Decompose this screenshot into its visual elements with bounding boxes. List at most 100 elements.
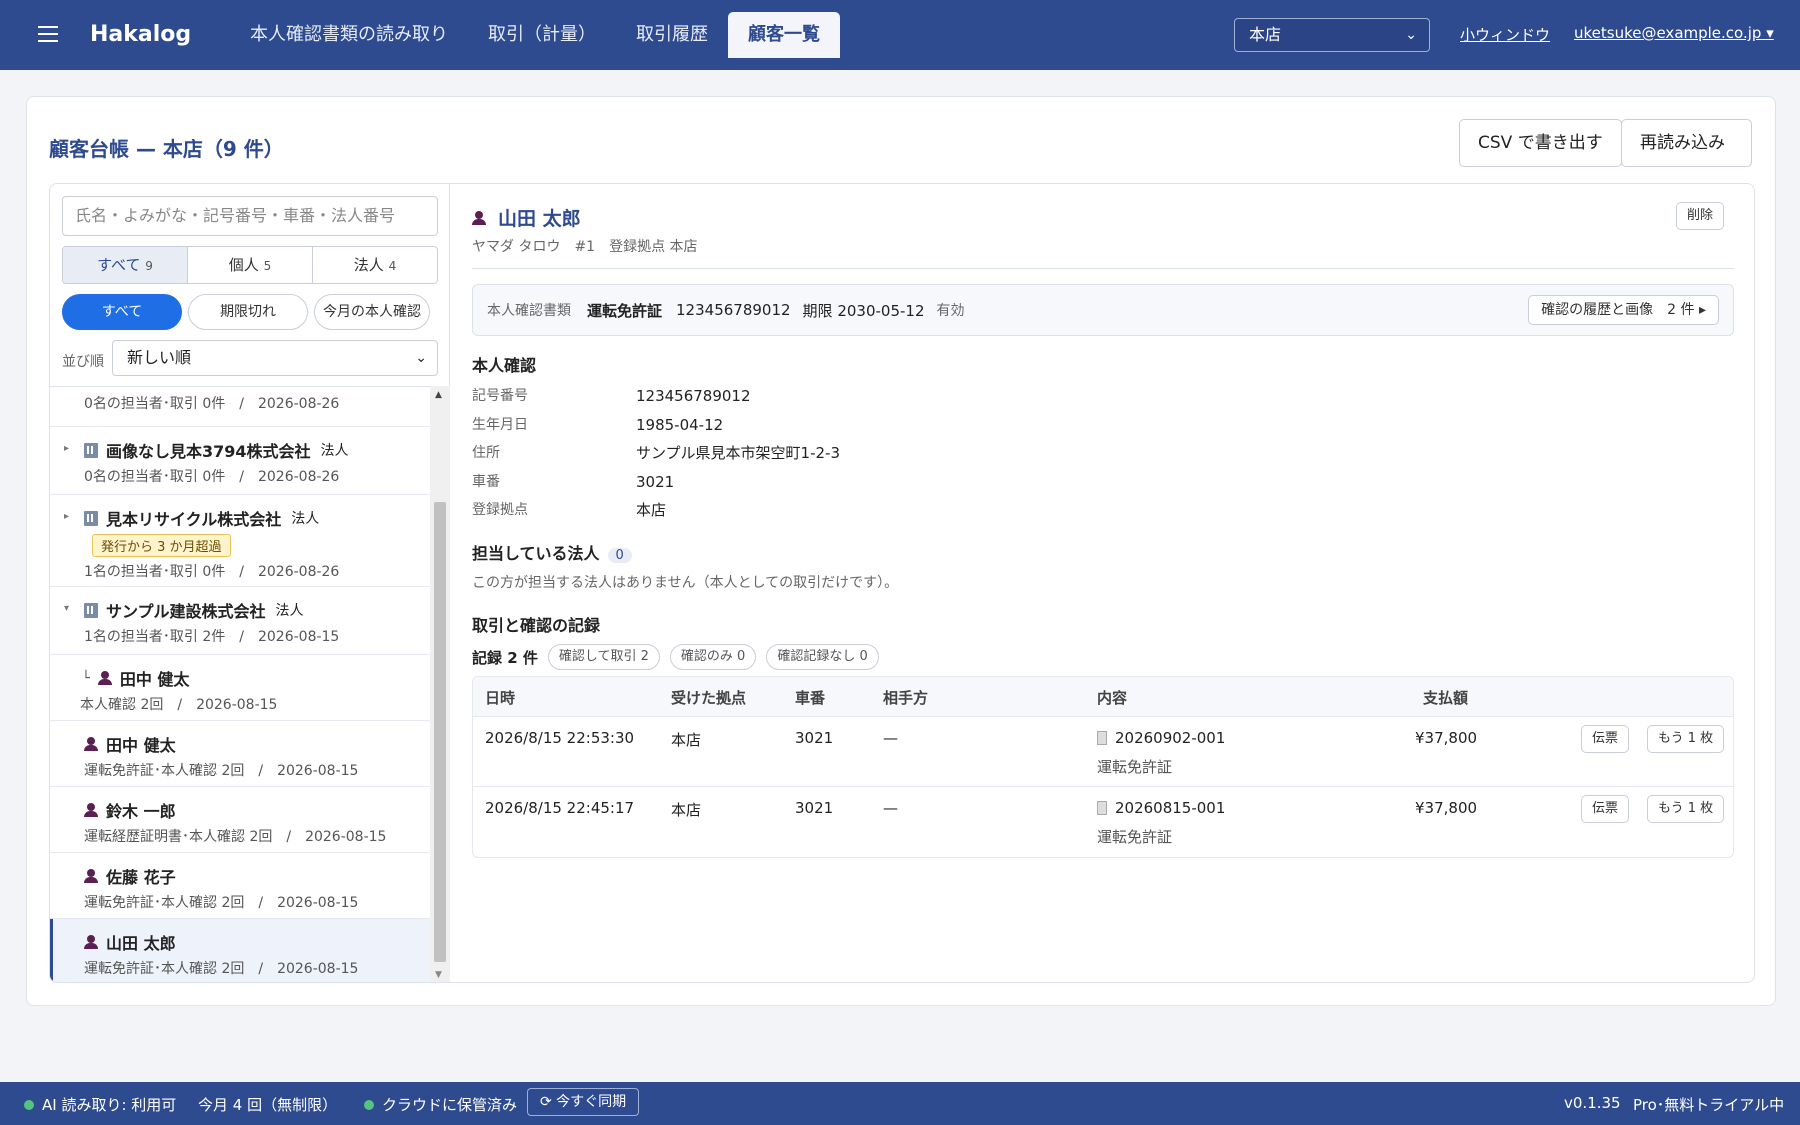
id-doc-type: 運転免許証 [587, 301, 663, 320]
document-icon [1097, 801, 1107, 815]
id-doc-expiry: 期限 2030-05-12 [802, 301, 925, 320]
col-plate: 車番 [795, 689, 826, 707]
list-item[interactable]: 0名の担当者･取引 0件 / 2026-08-26 [50, 393, 430, 427]
app-brand[interactable]: Hakalog [90, 22, 191, 47]
status-dot-icon [24, 1100, 34, 1110]
scroll-up-icon[interactable]: ▲ [435, 390, 442, 400]
customer-list: 0名の担当者･取引 0件 / 2026-08-26 ▸ 画像なし見本3794株式… [50, 386, 430, 982]
list-item[interactable]: 佐藤 花子 運転免許証･本人確認 2回 / 2026-08-15 [50, 853, 430, 919]
ledger-panel: 氏名・よみがな・記号番号・車番・法人番号 すべて 9 個人 5 法人 4 すべて… [49, 183, 1755, 983]
chip-no-record[interactable]: 確認記録なし 0 [766, 644, 879, 670]
segment-all[interactable]: すべて 9 [63, 247, 188, 283]
segment-individual[interactable]: 個人 5 [188, 247, 313, 283]
customer-detail: 山田 太郎 ヤマダ タロウ #1 登録拠点 本店 削除 本人確認書類 運転免許証… [450, 184, 1754, 982]
id-document-box: 本人確認書類 運転免許証 123456789012 期限 2030-05-12 … [472, 284, 1734, 336]
child-branch-icon: └ [82, 670, 90, 686]
one-more-button[interactable]: もう 1 枚 [1647, 725, 1725, 753]
history-images-button[interactable]: 確認の履歴と画像 2 件 ▸ [1528, 295, 1719, 325]
list-item[interactable]: ▸ 見本リサイクル株式会社 法人 発行から 3 か月超過 1名の担当者･取引 0件… [50, 495, 430, 587]
export-csv-button[interactable]: CSV で書き出す [1459, 119, 1622, 167]
row-slip-number: 20260902-001 [1115, 729, 1226, 747]
delete-button[interactable]: 削除 [1676, 202, 1725, 230]
person-icon [84, 935, 98, 949]
tab-id-reading[interactable]: 本人確認書類の読み取り [230, 12, 468, 58]
segment-label: 法人 [353, 256, 384, 274]
scroll-down-icon[interactable]: ▼ [435, 970, 442, 980]
list-item-meta: 運転免許証･本人確認 2回 / 2026-08-15 [84, 961, 359, 977]
ai-status: AI 読み取り: 利用可 [24, 1094, 176, 1115]
sort-select[interactable]: 新しい順 ⌄ [112, 340, 438, 376]
user-menu[interactable]: uketsuke@example.co.jp ▾ [1574, 24, 1774, 42]
branch-select-value: 本店 [1249, 25, 1282, 44]
row-doc: 運転免許証 [1097, 758, 1173, 776]
slip-button[interactable]: 伝票 [1581, 725, 1630, 753]
id-doc-status: 有効 [936, 303, 965, 319]
table-row[interactable]: 2026/8/15 22:45:17 本店 3021 — 20260815-00… [473, 787, 1733, 857]
records-summary: 記録 2 件 確認して取引 2 確認のみ 0 確認記録なし 0 [472, 644, 879, 670]
search-input[interactable]: 氏名・よみがな・記号番号・車番・法人番号 [62, 196, 438, 236]
caret-right-icon[interactable]: ▸ [64, 443, 69, 454]
list-item[interactable]: 鈴木 一郎 運転経歴証明書･本人確認 2回 / 2026-08-15 [50, 787, 430, 853]
chip-confirmed-trade[interactable]: 確認して取引 2 [547, 644, 660, 670]
chip-confirm-only[interactable]: 確認のみ 0 [669, 644, 757, 670]
records-table: 日時 受けた拠点 車番 相手方 内容 支払額 2026/8/15 22:53:3… [472, 676, 1734, 858]
corp-section-title: 担当している法人 0 [472, 540, 632, 564]
sort-select-value: 新しい順 [127, 348, 192, 367]
one-more-button[interactable]: もう 1 枚 [1647, 795, 1725, 823]
filter-pills: すべて 期限切れ 今月の本人確認 [62, 294, 430, 330]
filter-expired[interactable]: 期限切れ [188, 294, 308, 330]
type-segment: すべて 9 個人 5 法人 4 [62, 246, 438, 284]
col-amount: 支払額 [1423, 689, 1469, 707]
sync-now-button[interactable]: ⟳ 今すぐ同期 [527, 1088, 640, 1116]
small-window-link[interactable]: 小ウィンドウ [1460, 24, 1550, 45]
building-icon [84, 602, 98, 618]
branch-select[interactable]: 本店 ⌄ [1234, 18, 1430, 52]
filter-all[interactable]: すべて [62, 294, 182, 330]
list-item-name: 佐藤 花子 [106, 868, 176, 887]
list-item-meta: 運転免許証･本人確認 2回 / 2026-08-15 [84, 895, 359, 911]
filter-this-month[interactable]: 今月の本人確認 [314, 294, 430, 330]
col-branch: 受けた拠点 [671, 689, 747, 707]
row-amount: ¥37,800 [1415, 729, 1478, 747]
list-scrollbar[interactable]: ▲ ▼ [430, 386, 450, 982]
list-item-name: 見本リサイクル株式会社 [106, 510, 282, 529]
row-plate: 3021 [795, 729, 834, 747]
tab-customers[interactable]: 顧客一覧 [728, 12, 840, 58]
reload-button[interactable]: 再読み込み [1621, 119, 1752, 167]
list-item-selected[interactable]: 山田 太郎 運転免許証･本人確認 2回 / 2026-08-15 [50, 919, 430, 982]
corp-tag: 法人 [320, 443, 349, 459]
list-item-name: サンプル建設株式会社 [106, 602, 266, 621]
building-icon [84, 442, 98, 458]
tab-history[interactable]: 取引履歴 [616, 12, 728, 58]
menu-icon[interactable] [38, 26, 58, 44]
main-nav: 本人確認書類の読み取り 取引（計量） 取引履歴 顧客一覧 [230, 12, 840, 58]
customer-subtitle: ヤマダ タロウ #1 登録拠点 本店 [472, 239, 698, 255]
segment-corporate[interactable]: 法人 4 [313, 247, 437, 283]
customer-name: 山田 太郎 [498, 208, 581, 230]
sort-label: 並び順 [62, 354, 104, 370]
customer-name-heading: 山田 太郎 [472, 204, 581, 231]
corp-count-badge: 0 [607, 548, 632, 563]
page-title: 顧客台帳 — 本店（9 件） [49, 137, 284, 161]
caret-down-icon[interactable]: ▾ [64, 603, 69, 614]
list-item-child[interactable]: └ 田中 健太 本人確認 2回 / 2026-08-15 [50, 655, 430, 721]
tab-transaction[interactable]: 取引（計量） [468, 12, 616, 58]
col-datetime: 日時 [485, 689, 516, 707]
corp-note: この方が担当する法人はありません（本人としての取引だけです）。 [472, 575, 899, 591]
divider [472, 268, 1734, 269]
corp-tag: 法人 [291, 511, 320, 527]
records-section-title: 取引と確認の記録 [472, 616, 601, 635]
list-item[interactable]: ▾ サンプル建設株式会社 法人 1名の担当者･取引 2件 / 2026-08-15 [50, 587, 430, 655]
id-doc-label: 本人確認書類 [487, 303, 571, 319]
records-total: 記録 2 件 [472, 648, 538, 667]
slip-button[interactable]: 伝票 [1581, 795, 1630, 823]
version-label: v0.1.35 [1564, 1094, 1621, 1112]
list-item-name: 鈴木 一郎 [106, 802, 176, 821]
caret-right-icon[interactable]: ▸ [64, 511, 69, 522]
row-datetime: 2026/8/15 22:53:30 [485, 729, 635, 747]
list-item[interactable]: 田中 健太 運転免許証･本人確認 2回 / 2026-08-15 [50, 721, 430, 787]
scroll-thumb[interactable] [434, 502, 446, 962]
list-item[interactable]: ▸ 画像なし見本3794株式会社 法人 0名の担当者･取引 0件 / 2026-0… [50, 427, 430, 495]
table-row[interactable]: 2026/8/15 22:53:30 本店 3021 — 20260902-00… [473, 717, 1733, 787]
plan-label: Pro･無料トライアル中 [1633, 1096, 1785, 1114]
